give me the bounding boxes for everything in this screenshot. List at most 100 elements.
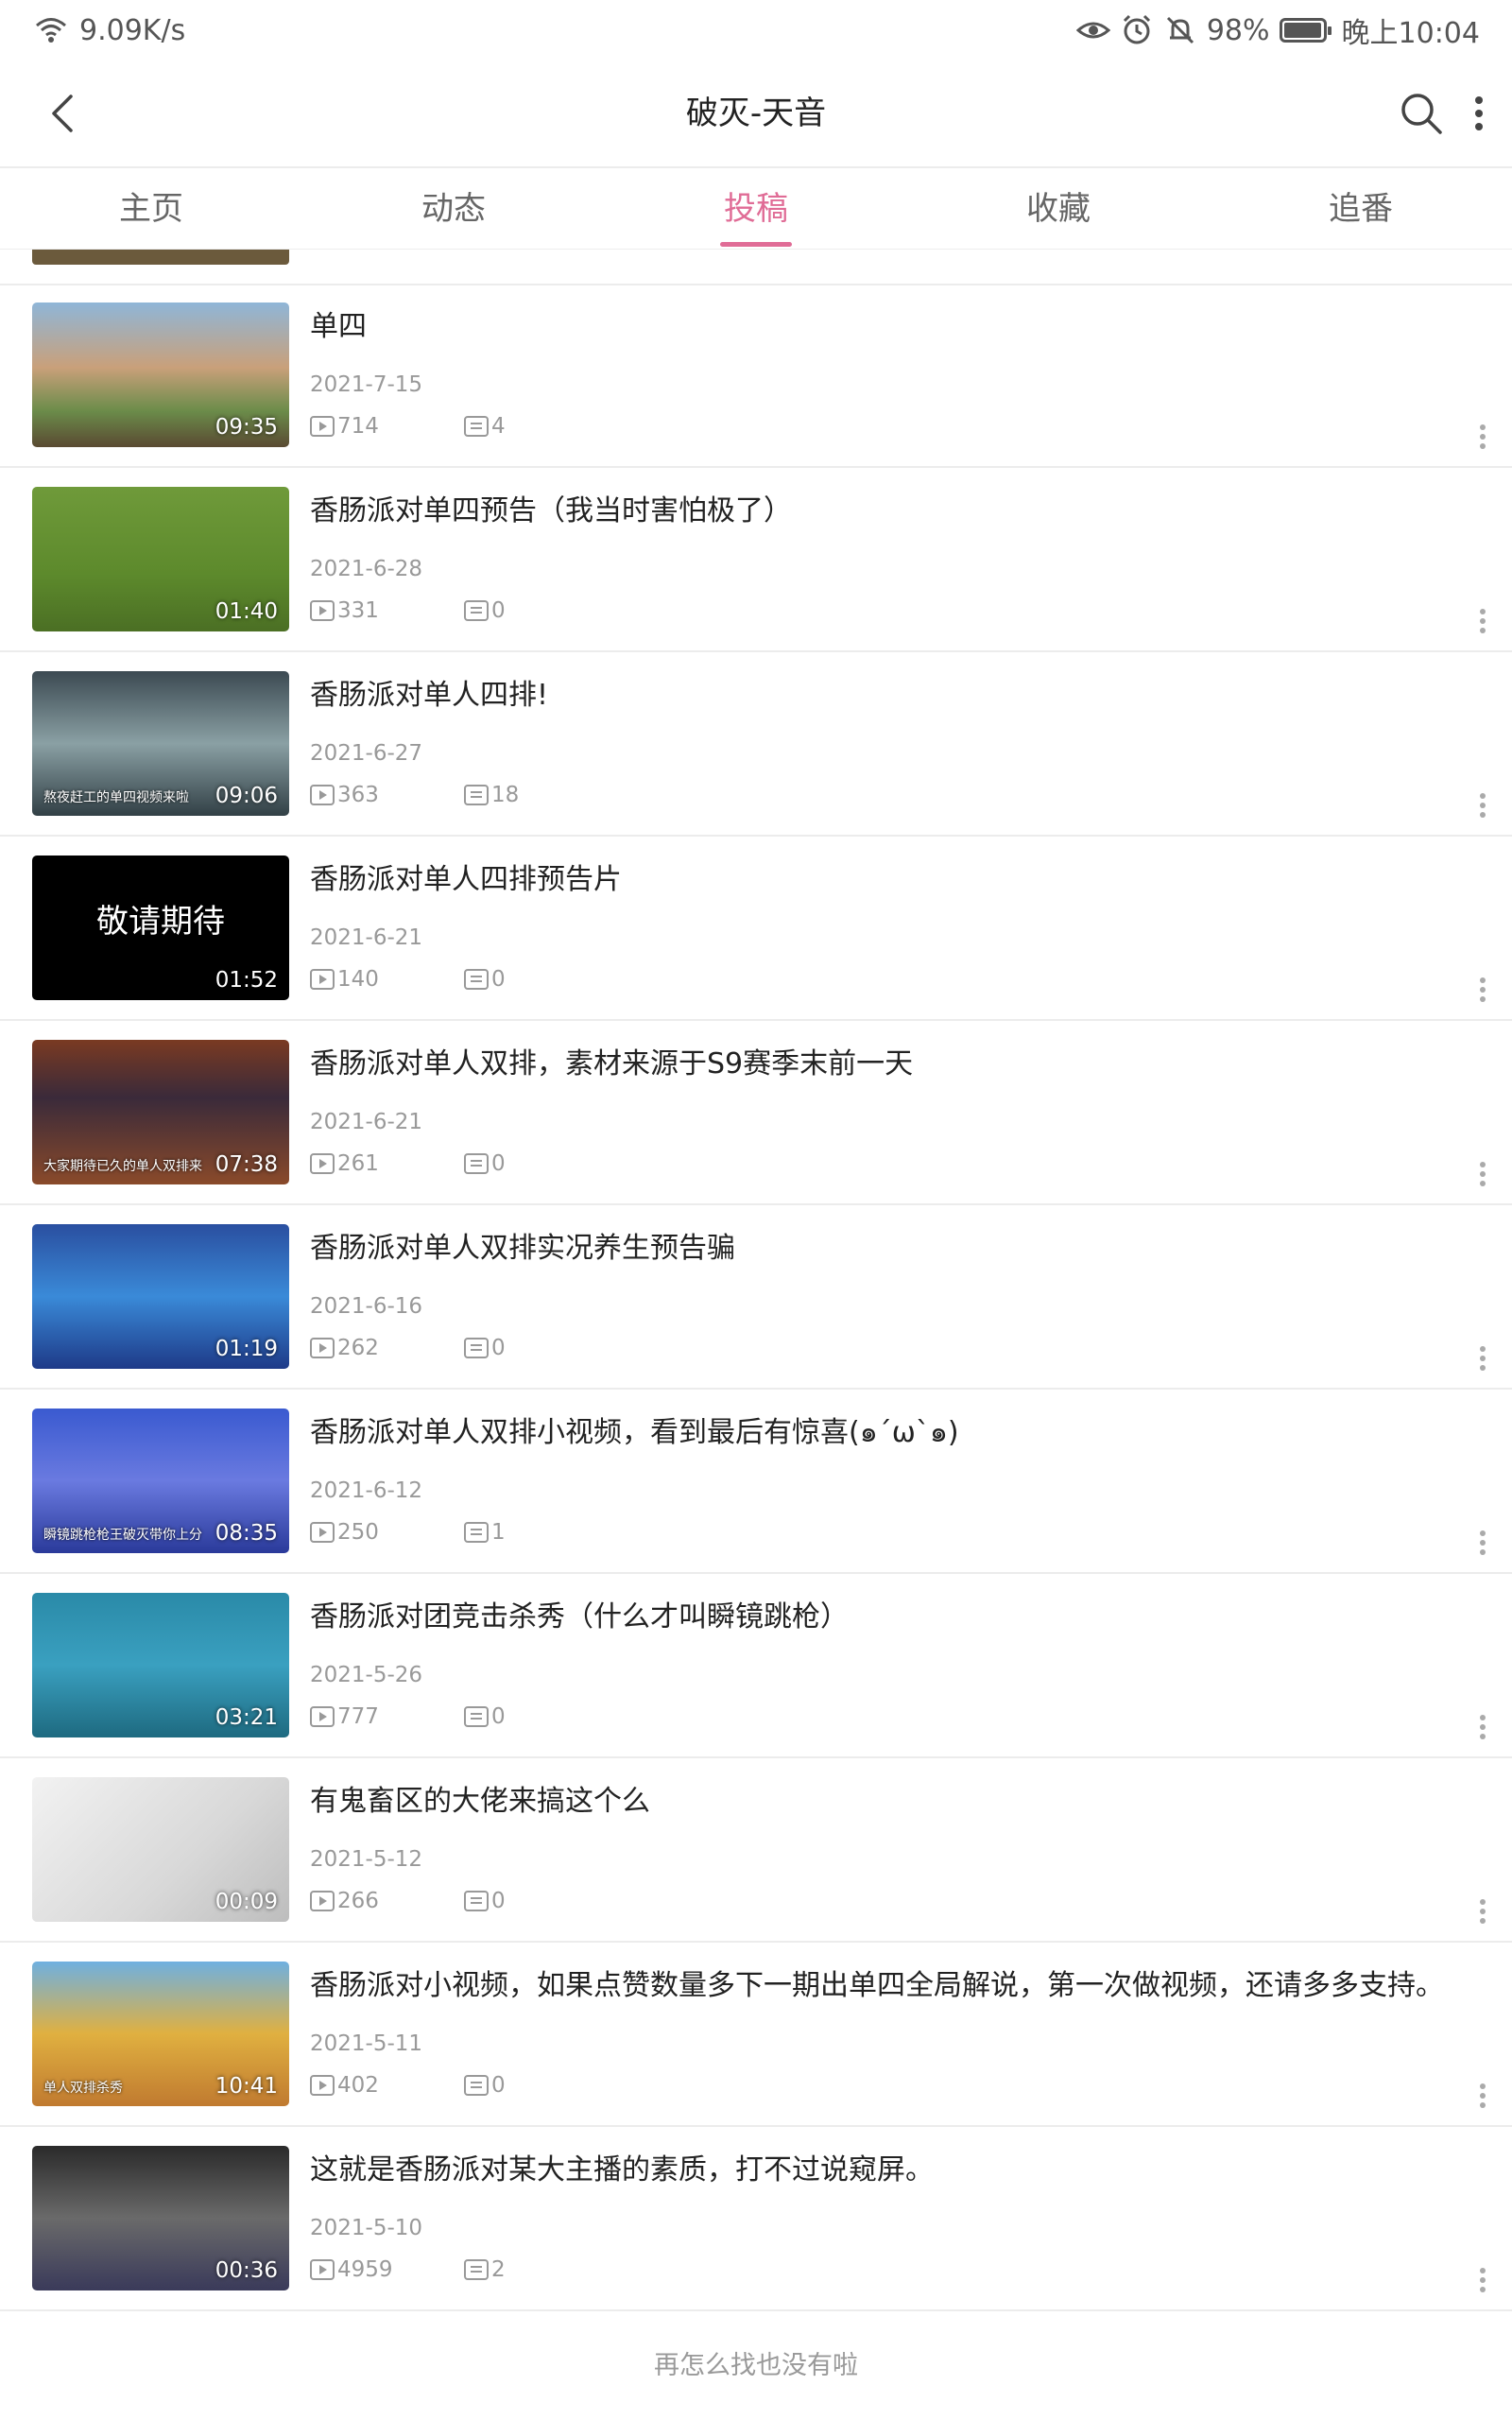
tab-following-anime[interactable]: 追番 bbox=[1210, 168, 1512, 249]
danmaku-count-value: 4 bbox=[491, 414, 506, 439]
video-list-item[interactable]: 00:09 有鬼畜区的大佬来搞这个么 2021-5-12 266 0 bbox=[0, 1758, 1512, 1943]
item-more-button[interactable] bbox=[1467, 1522, 1499, 1564]
video-title[interactable]: 香肠派对团竞击杀秀（什么才叫瞬镜跳枪） bbox=[310, 1593, 849, 1634]
video-thumbnail[interactable]: 00:09 bbox=[32, 1777, 289, 1922]
video-thumbnail[interactable]: 瞬镜跳枪枪王破灭带你上分 08:35 bbox=[32, 1409, 289, 1553]
item-more-button[interactable] bbox=[1467, 2075, 1499, 2117]
video-list-item[interactable]: 敬请期待 01:52 香肠派对单人四排预告片 2021-6-21 140 0 bbox=[0, 837, 1512, 1021]
danmaku-count: 2 bbox=[464, 2257, 506, 2282]
item-more-button[interactable] bbox=[1467, 2259, 1499, 2301]
video-stats: 250 1 bbox=[310, 1518, 506, 1547]
video-list-item[interactable]: 01:19 香肠派对单人双排实况养生预告骗 2021-6-16 262 0 bbox=[0, 1205, 1512, 1390]
danmaku-count-value: 2 bbox=[491, 2257, 506, 2282]
tab-dynamics[interactable]: 动态 bbox=[302, 168, 605, 249]
item-more-button[interactable] bbox=[1467, 785, 1499, 826]
item-more-button[interactable] bbox=[1467, 1338, 1499, 1379]
play-count: 4959 bbox=[310, 2257, 464, 2282]
danmaku-icon bbox=[464, 416, 489, 437]
video-duration: 00:09 bbox=[215, 1890, 278, 1914]
battery-icon bbox=[1279, 18, 1332, 43]
end-of-list-text: 再怎么找也没有啦 bbox=[654, 2351, 858, 2380]
network-speed: 9.09K/s bbox=[79, 13, 186, 47]
play-count-value: 140 bbox=[337, 967, 379, 992]
video-title[interactable]: 香肠派对单人双排，素材来源于S9赛季末前一天 bbox=[310, 1040, 913, 1081]
video-date: 2021-7-15 bbox=[310, 372, 423, 397]
more-dot bbox=[1480, 1365, 1486, 1371]
item-more-button[interactable] bbox=[1467, 1706, 1499, 1748]
video-title[interactable]: 有鬼畜区的大佬来搞这个么 bbox=[310, 1777, 650, 1819]
video-title[interactable]: 香肠派对单人四排! bbox=[310, 671, 548, 713]
play-count-icon bbox=[310, 1706, 335, 1727]
partial-list-item bbox=[0, 250, 1512, 285]
item-more-button[interactable] bbox=[1467, 416, 1499, 458]
clock: 晚上10:04 bbox=[1341, 17, 1480, 50]
item-more-button[interactable] bbox=[1467, 1891, 1499, 1932]
more-dot bbox=[1480, 2102, 1486, 2108]
eye-icon bbox=[1075, 13, 1111, 47]
video-list-item[interactable]: 熬夜赶工的单四视频来啦 09:06 香肠派对单人四排! 2021-6-27 363 18 bbox=[0, 652, 1512, 837]
play-count-value: 262 bbox=[337, 1336, 379, 1360]
tab-favorites[interactable]: 收藏 bbox=[907, 168, 1210, 249]
video-date: 2021-6-21 bbox=[310, 1110, 423, 1134]
video-list-item[interactable]: 大家期待已久的单人双排来 07:38 香肠派对单人双排，素材来源于S9赛季末前一天 2… bbox=[0, 1021, 1512, 1205]
video-duration: 07:38 bbox=[215, 1152, 278, 1177]
danmaku-count: 0 bbox=[464, 1151, 506, 1176]
video-list-item[interactable]: 单人双排杀秀 10:41 香肠派对小视频，如果点赞数量多下一期出单四全局解说，第一次… bbox=[0, 1943, 1512, 2127]
video-title[interactable]: 香肠派对小视频，如果点赞数量多下一期出单四全局解说，第一次做视频，还请多多支持。 bbox=[310, 1962, 1444, 2003]
video-thumbnail[interactable]: 00:36 bbox=[32, 2146, 289, 2290]
search-button[interactable] bbox=[1393, 85, 1450, 142]
danmaku-count-value: 0 bbox=[491, 967, 506, 992]
play-count-icon bbox=[310, 785, 335, 805]
video-list-item[interactable]: 09:35 单四 2021-7-15 714 4 bbox=[0, 284, 1512, 468]
more-dot bbox=[1480, 2093, 1486, 2099]
more-button[interactable] bbox=[1463, 85, 1495, 142]
play-count: 402 bbox=[310, 2073, 464, 2098]
video-title[interactable]: 香肠派对单四预告（我当时害怕极了） bbox=[310, 487, 792, 528]
tab-bar: 主页 动态 投稿 收藏 追番 bbox=[0, 168, 1512, 250]
video-thumbnail[interactable]: 大家期待已久的单人双排来 07:38 bbox=[32, 1040, 289, 1184]
video-title[interactable]: 香肠派对单人双排实况养生预告骗 bbox=[310, 1224, 735, 1266]
danmaku-icon bbox=[464, 600, 489, 621]
alarm-icon bbox=[1120, 13, 1154, 47]
video-stats: 140 0 bbox=[310, 965, 506, 994]
video-list-item[interactable]: 瞬镜跳枪枪王破灭带你上分 08:35 香肠派对单人双排小视频，看到最后有惊喜(๑´ω… bbox=[0, 1390, 1512, 1574]
video-stats: 777 0 bbox=[310, 1703, 506, 1731]
tab-home[interactable]: 主页 bbox=[0, 168, 302, 249]
video-thumbnail[interactable]: 01:40 bbox=[32, 487, 289, 631]
status-bar: 9.09K/s 98% 晚上10:04 bbox=[0, 0, 1512, 59]
item-more-button[interactable] bbox=[1467, 600, 1499, 642]
wifi-icon bbox=[34, 13, 68, 47]
item-more-button[interactable] bbox=[1467, 1153, 1499, 1195]
more-dot bbox=[1480, 1549, 1486, 1555]
item-more-button[interactable] bbox=[1467, 969, 1499, 1011]
video-thumbnail[interactable]: 敬请期待 01:52 bbox=[32, 856, 289, 1000]
video-list-item[interactable]: 03:21 香肠派对团竞击杀秀（什么才叫瞬镜跳枪） 2021-5-26 777 0 bbox=[0, 1574, 1512, 1758]
danmaku-icon bbox=[464, 1522, 489, 1543]
video-thumbnail[interactable]: 03:21 bbox=[32, 1593, 289, 1737]
tab-uploads[interactable]: 投稿 bbox=[605, 168, 907, 249]
video-thumbnail[interactable]: 01:19 bbox=[32, 1224, 289, 1369]
play-count: 331 bbox=[310, 598, 464, 623]
more-dot bbox=[1480, 1162, 1486, 1167]
back-button[interactable] bbox=[38, 87, 87, 140]
video-stats: 262 0 bbox=[310, 1334, 506, 1362]
video-title[interactable]: 这就是香肠派对某大主播的素质，打不过说窥屏。 bbox=[310, 2146, 934, 2187]
video-thumbnail[interactable]: 09:35 bbox=[32, 302, 289, 447]
video-title[interactable]: 单四 bbox=[310, 302, 367, 344]
video-title[interactable]: 香肠派对单人四排预告片 bbox=[310, 856, 622, 897]
video-date: 2021-6-27 bbox=[310, 741, 423, 766]
video-thumbnail[interactable]: 熬夜赶工的单四视频来啦 09:06 bbox=[32, 671, 289, 816]
video-duration: 08:35 bbox=[215, 1521, 278, 1546]
video-list-item[interactable]: 00:36 这就是香肠派对某大主播的素质，打不过说窥屏。 2021-5-10 4959… bbox=[0, 2127, 1512, 2311]
video-duration: 03:21 bbox=[215, 1705, 278, 1730]
video-title[interactable]: 香肠派对单人双排小视频，看到最后有惊喜(๑´ω`๑) bbox=[310, 1409, 959, 1455]
danmaku-icon bbox=[464, 1153, 489, 1174]
play-count-icon bbox=[310, 2259, 335, 2280]
more-dot bbox=[1480, 1356, 1486, 1361]
more-dot bbox=[1480, 434, 1486, 440]
video-thumbnail[interactable]: 单人双排杀秀 10:41 bbox=[32, 1962, 289, 2106]
danmaku-icon bbox=[464, 1706, 489, 1727]
video-list-item[interactable]: 01:40 香肠派对单四预告（我当时害怕极了） 2021-6-28 331 0 bbox=[0, 468, 1512, 652]
play-count-icon bbox=[310, 1891, 335, 1911]
video-stats: 363 18 bbox=[310, 781, 519, 809]
